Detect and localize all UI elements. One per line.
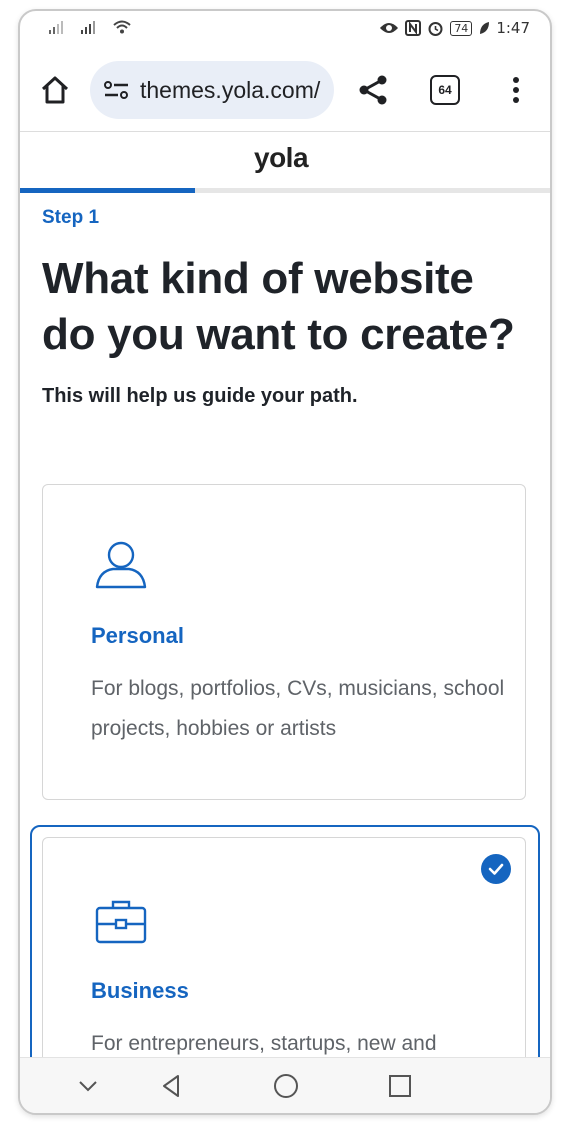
yola-logo[interactable]: yola: [254, 142, 309, 174]
option-title: Business: [91, 978, 189, 1003]
home-circle-icon[interactable]: [272, 1072, 300, 1100]
back-icon[interactable]: [158, 1072, 186, 1100]
page-subtitle: This will help us guide your path.: [42, 385, 358, 407]
browser-toolbar: themes.yola.com/ 64: [20, 51, 550, 133]
site-settings-icon[interactable]: [102, 79, 132, 101]
recents-icon[interactable]: [386, 1072, 414, 1100]
url-field[interactable]: themes.yola.com/: [90, 61, 334, 119]
status-time: 1:47: [496, 19, 530, 37]
alarm-icon: [428, 21, 443, 36]
progress-bar: [20, 188, 550, 193]
phone-frame: 74 1:47 themes.yola.com/ 64 yola Step 1 …: [18, 9, 552, 1115]
site-header: yola: [20, 132, 550, 188]
system-nav-bar: [20, 1057, 550, 1113]
nfc-icon: [405, 20, 422, 36]
main-content: Step 1 What kind of website do you want …: [42, 207, 532, 408]
more-vert-icon[interactable]: [504, 73, 528, 107]
page-title: What kind of website do you want to crea…: [42, 254, 515, 359]
share-icon[interactable]: [356, 73, 390, 107]
step-label: Step 1: [42, 207, 100, 228]
check-icon: [481, 854, 511, 884]
battery-icon: 74: [450, 20, 473, 36]
option-title: Personal: [91, 623, 184, 648]
signal-icon: [49, 21, 63, 34]
signal-icon: [81, 21, 95, 34]
briefcase-icon: [95, 900, 147, 944]
url-text: themes.yola.com/: [140, 76, 321, 103]
leaf-icon: [480, 22, 490, 34]
status-bar: 74 1:47: [20, 11, 550, 47]
wifi-icon: [113, 20, 131, 34]
home-icon[interactable]: [38, 73, 72, 107]
eye-icon: [380, 23, 399, 33]
progress-fill: [20, 188, 195, 193]
tabs-icon[interactable]: 64: [430, 75, 460, 105]
option-card-personal[interactable]: Personal For blogs, portfolios, CVs, mus…: [42, 484, 526, 800]
person-icon: [95, 541, 147, 589]
option-description: For blogs, portfolios, CVs, musicians, s…: [91, 677, 505, 740]
chevron-down-icon[interactable]: [74, 1072, 102, 1100]
